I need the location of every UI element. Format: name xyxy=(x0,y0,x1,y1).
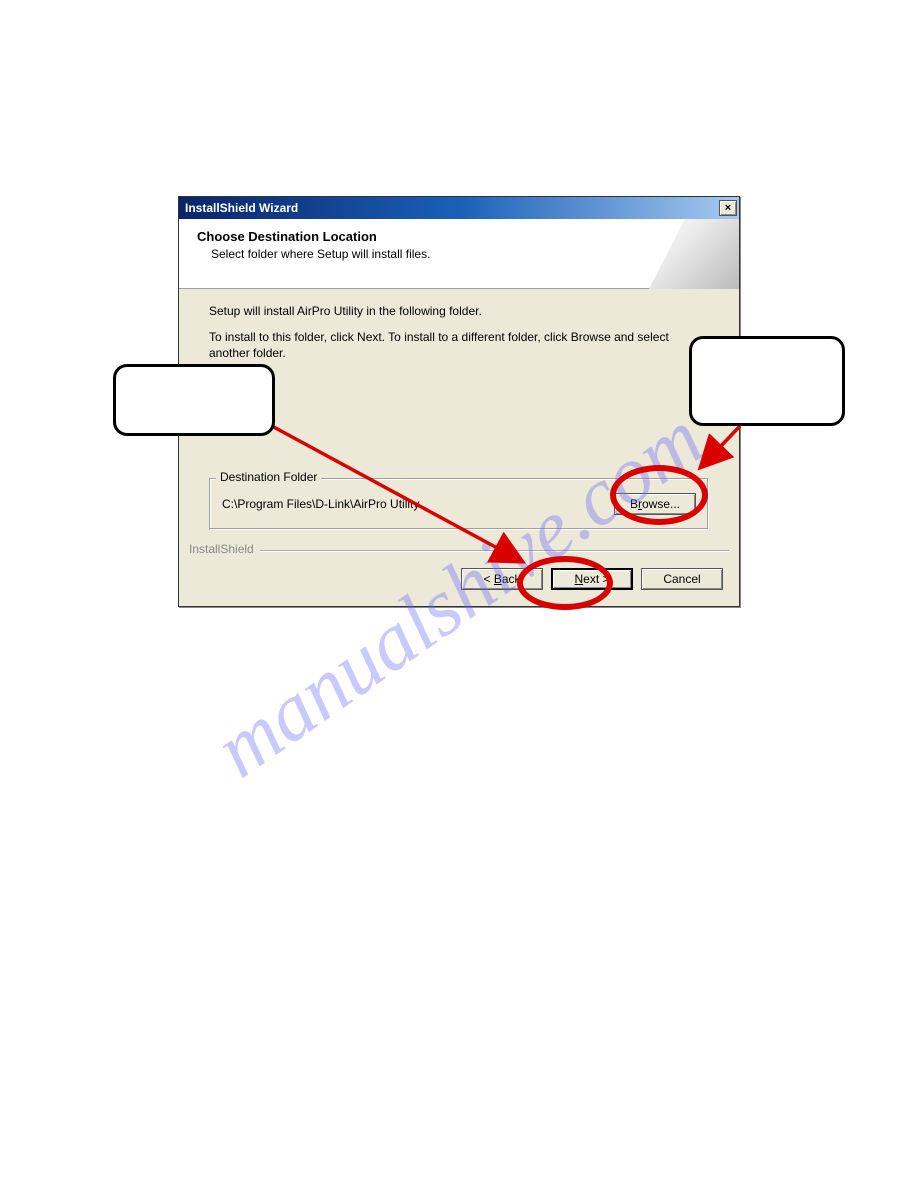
header-title: Choose Destination Location xyxy=(197,229,721,244)
button-row: < Back Next > Cancel xyxy=(179,556,739,606)
back-mnemonic: B xyxy=(494,572,502,586)
body-text-line1: Setup will install AirPro Utility in the… xyxy=(209,303,709,319)
back-post: ack xyxy=(502,572,521,586)
footer-brand: InstallShield xyxy=(189,542,260,556)
browse-pre: B xyxy=(630,497,638,511)
body-text-line2: To install to this folder, click Next. T… xyxy=(209,329,709,361)
title-bar: InstallShield Wizard × xyxy=(179,197,739,219)
destination-row: C:\Program Files\D-Link\AirPro Utility B… xyxy=(222,493,696,515)
destination-path: C:\Program Files\D-Link\AirPro Utility xyxy=(222,497,419,511)
next-post: ext > xyxy=(583,572,609,586)
annotation-callout-left xyxy=(113,364,275,436)
next-button[interactable]: Next > xyxy=(551,568,633,590)
close-icon: × xyxy=(725,202,731,214)
next-mnemonic: N xyxy=(574,572,583,586)
destination-folder-group: Destination Folder C:\Program Files\D-Li… xyxy=(209,478,709,530)
window-title: InstallShield Wizard xyxy=(185,201,298,215)
close-button[interactable]: × xyxy=(719,200,737,216)
header-subtitle: Select folder where Setup will install f… xyxy=(197,247,721,261)
destination-group-label: Destination Folder xyxy=(216,470,321,484)
browse-button[interactable]: Browse... xyxy=(614,493,696,515)
footer-divider xyxy=(255,550,729,552)
back-button[interactable]: < Back xyxy=(461,568,543,590)
dialog-header: Choose Destination Location Select folde… xyxy=(179,219,739,289)
browse-post: owse... xyxy=(642,497,680,511)
annotation-callout-right xyxy=(689,336,845,426)
back-pre: < xyxy=(483,572,493,586)
cancel-button[interactable]: Cancel xyxy=(641,568,723,590)
footer-brand-row: InstallShield xyxy=(179,542,739,556)
